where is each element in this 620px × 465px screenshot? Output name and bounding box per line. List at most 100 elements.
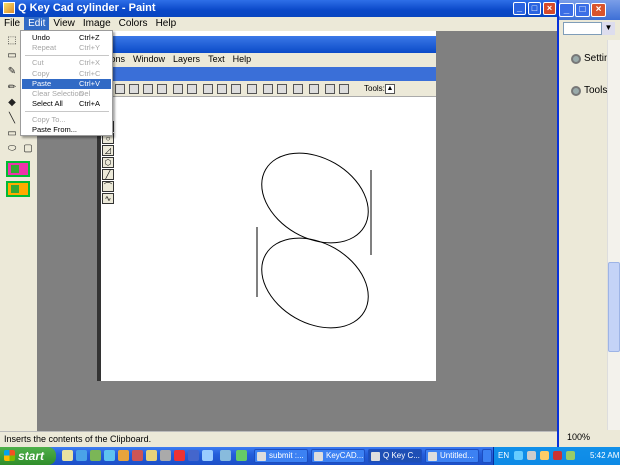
pasted-tool-icon <box>247 84 257 94</box>
menu-help[interactable]: Help <box>152 17 181 30</box>
quicklaunch-app-icon[interactable] <box>220 450 231 461</box>
tools-label: Tools <box>584 85 608 96</box>
pasted-tool-icon <box>143 84 153 94</box>
quicklaunch-desktop-icon[interactable] <box>62 450 73 461</box>
transparent-option-icon[interactable] <box>6 161 30 177</box>
browser-task-icon <box>257 452 266 461</box>
browser-scrollbar[interactable] <box>607 40 620 430</box>
quicklaunch-app-icon[interactable] <box>104 450 115 461</box>
pasted-menu-help: Help <box>232 54 252 64</box>
quicklaunch-app-icon[interactable] <box>90 450 101 461</box>
task-keycad[interactable]: KeyCAD... <box>311 449 365 463</box>
browser-titlebar: _ □ × <box>557 0 620 20</box>
quicklaunch-app-icon[interactable] <box>202 450 213 461</box>
close-button[interactable]: × <box>543 2 556 15</box>
quicklaunch-app-icon[interactable] <box>160 450 171 461</box>
paint-task-icon <box>371 452 380 461</box>
clock[interactable]: 5:42 AM <box>590 451 619 460</box>
keycad-task-icon <box>314 452 323 461</box>
pasted-tool-icon <box>309 84 319 94</box>
free-select-icon[interactable]: ⬚ <box>4 33 20 49</box>
task-ahmed[interactable] <box>482 449 492 463</box>
menu-view[interactable]: View <box>49 17 79 30</box>
gear-icon <box>571 53 581 64</box>
edit-dropdown-menu: Undo Ctrl+Z Repeat Ctrl+Y Cut Ctrl+X Copy Ct… <box>20 30 113 136</box>
quicklaunch-app-icon[interactable] <box>236 450 247 461</box>
quicklaunch-ie-icon[interactable] <box>76 450 87 461</box>
pasted-tool-icon <box>173 84 183 94</box>
maximize-button[interactable]: □ <box>528 2 541 15</box>
tray-app-icon[interactable] <box>540 451 549 460</box>
rounded-rect-icon[interactable]: ▢ <box>20 141 36 157</box>
pasted-window-titlebar: te <box>97 36 436 53</box>
line-icon[interactable]: ╲ <box>4 111 20 127</box>
pasted-blue-strip <box>97 67 436 81</box>
quicklaunch-app-icon[interactable] <box>132 450 143 461</box>
language-indicator[interactable]: EN <box>498 451 509 460</box>
security-icon[interactable] <box>553 451 562 460</box>
pasted-tool-icon <box>157 84 167 94</box>
menu-item-undo[interactable]: Undo Ctrl+Z <box>22 33 111 43</box>
browser-window: _ □ × ▼ Settings Tools 100% <box>556 0 620 447</box>
quicklaunch-app-icon[interactable] <box>118 450 129 461</box>
tray-app-icon[interactable] <box>566 451 575 460</box>
pasted-tool-icon <box>263 84 273 94</box>
pasted-tool-icon <box>277 84 287 94</box>
menu-colors[interactable]: Colors <box>115 17 152 30</box>
paint-titlebar[interactable]: Q Key Cad cylinder - Paint _ □ × <box>0 0 557 17</box>
paint-canvas[interactable]: te ptions Window Layers Text Help <box>97 31 436 381</box>
pasted-tool-icon <box>231 84 241 94</box>
pencil-icon[interactable]: ✏ <box>4 80 20 96</box>
quicklaunch-app-icon[interactable] <box>174 450 185 461</box>
menu-image[interactable]: Image <box>79 17 115 30</box>
menu-item-clear-selection: Clear Selection Del <box>32 89 91 98</box>
pasted-toolbar: Tools: ▲ <box>97 81 436 97</box>
color-picker-icon[interactable]: ✎ <box>4 64 20 80</box>
start-label: start <box>18 449 45 463</box>
pasted-tool-icon <box>203 84 213 94</box>
menu-edit[interactable]: Edit <box>24 17 50 30</box>
browser-scroll-thumb[interactable] <box>608 262 620 352</box>
minimize-button[interactable]: _ <box>513 2 526 15</box>
quicklaunch-folder-icon[interactable] <box>146 450 157 461</box>
menu-item-paste[interactable]: Paste Ctrl+V <box>22 79 111 89</box>
start-button[interactable]: start <box>0 447 56 465</box>
volume-icon[interactable] <box>527 451 536 460</box>
task-untitled[interactable]: Untitled... <box>425 449 479 463</box>
search-dropdown-icon[interactable]: ▼ <box>601 22 615 35</box>
menu-item-repeat: Repeat Ctrl+Y <box>32 43 101 52</box>
pasted-tool-icon <box>293 84 303 94</box>
ellipse-icon[interactable]: ⬭ <box>4 141 20 157</box>
pasted-tool-icon <box>115 84 125 94</box>
pasted-tool-icon <box>187 84 197 94</box>
eraser-icon[interactable]: ▭ <box>4 48 20 64</box>
maximize-icon[interactable]: □ <box>575 3 590 17</box>
fill-icon[interactable]: ◆ <box>4 95 20 111</box>
minimize-icon[interactable]: _ <box>559 3 574 17</box>
network-icon[interactable] <box>514 451 523 460</box>
pasted-tools-dropdown-icon: ▲ <box>385 84 395 94</box>
task-qkey-cad[interactable]: Q Key C... <box>368 449 422 463</box>
pasted-tool-icon <box>339 84 349 94</box>
opaque-option-icon[interactable] <box>6 181 30 197</box>
pasted-tool-icon <box>217 84 227 94</box>
rectangle-icon[interactable]: ▭ <box>4 126 20 142</box>
menu-item-copy: Copy Ctrl+C <box>32 69 101 78</box>
menu-item-paste-from[interactable]: Paste From... <box>22 125 111 135</box>
zoom-level[interactable]: 100% <box>567 432 590 442</box>
tools-gear-icon <box>571 85 581 96</box>
paint-app-icon[interactable] <box>3 2 15 14</box>
close-icon[interactable]: × <box>591 3 606 17</box>
pasted-menu-window: Window <box>133 54 166 64</box>
menu-item-cut: Cut Ctrl+X <box>32 58 101 67</box>
pasted-menu-layers: Layers <box>173 54 201 64</box>
window-title: Q Key Cad cylinder - Paint <box>18 2 156 14</box>
menu-item-select-all[interactable]: Select All Ctrl+A <box>22 99 111 109</box>
quicklaunch-app-icon[interactable] <box>188 450 199 461</box>
taskbar: start submit :... KeyCAD... Q Key C... U… <box>0 447 620 465</box>
menu-file[interactable]: File <box>0 17 24 30</box>
paint-workspace: te ptions Window Layers Text Help <box>37 31 557 431</box>
task-submit[interactable]: submit :... <box>254 449 308 463</box>
tools-button[interactable]: Tools <box>571 85 607 96</box>
pasted-menu-text: Text <box>208 54 225 64</box>
